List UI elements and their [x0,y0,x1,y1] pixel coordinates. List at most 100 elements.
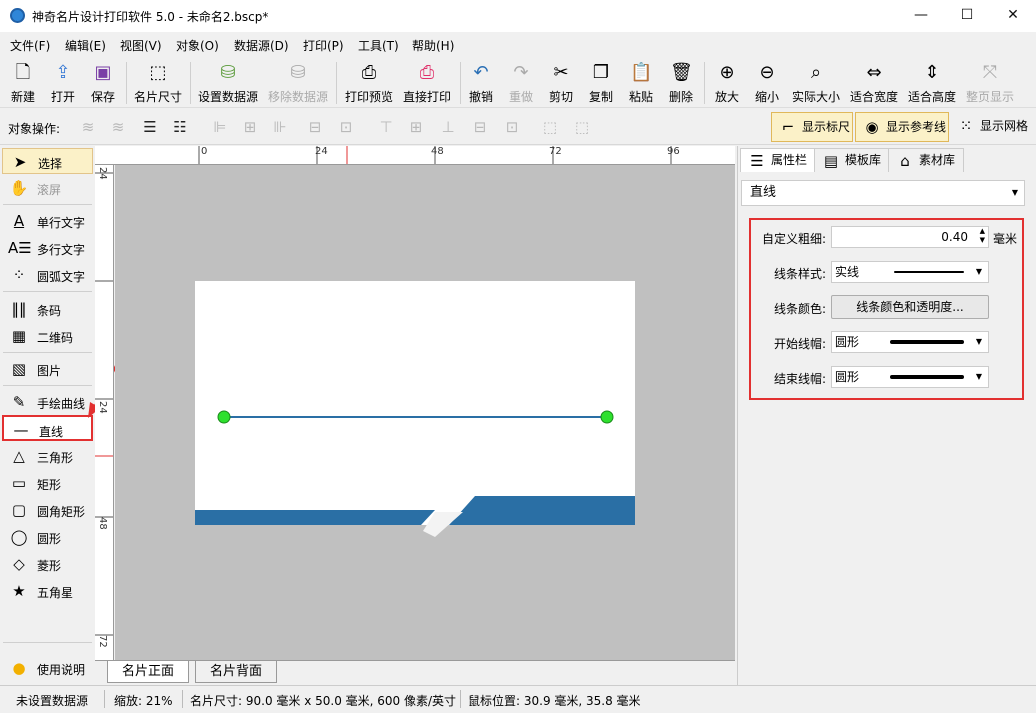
ruler-left: 24 24 48 72 [95,165,114,660]
open-button[interactable]: ⇪ 打开 [46,60,80,106]
center-vertical-icon[interactable]: ⊡ [502,117,522,137]
align-right-icon[interactable]: ⊪ [270,117,290,137]
zoom-in-button[interactable]: ⊕ 放大 [710,60,744,106]
show-ruler-toggle[interactable]: ⌐ 显示标尺 [771,112,853,142]
save-button[interactable]: ▣ 保存 [86,60,120,106]
layers-icon[interactable]: ☰ [140,117,160,137]
tool-scroll[interactable]: ✋ 滚屏 [2,175,93,201]
align-bottom-icon[interactable]: ⊥ [438,117,458,137]
tab-card-back[interactable]: 名片背面 [195,661,278,683]
tool-diamond[interactable]: ◇ 菱形 [2,551,93,577]
menu-tools[interactable]: 工具(T) [358,37,399,54]
undo-icon: ↶ [473,62,489,83]
tool-barcode[interactable]: ‖‖ 条码 [2,296,93,322]
tool-ellipse[interactable]: ◯ 圆形 [2,524,93,550]
toolbar-divider [126,62,127,104]
align-center-icon[interactable]: ⊞ [240,117,260,137]
spinner-icon[interactable]: ▲ ▼ [980,227,985,245]
distribute-horizontal-icon[interactable]: ⊟ [305,117,325,137]
layers-bottom-icon[interactable]: ☷ [170,117,190,137]
tool-multi-text[interactable]: A☰ 多行文字 [2,235,93,261]
layer-up-icon[interactable]: ≋ [78,117,98,137]
thickness-input[interactable]: 0.40 ▲ ▼ [831,226,989,248]
align-left-icon[interactable]: ⊫ [210,117,230,137]
ruler-icon: ⌐ [781,118,795,136]
tool-arc-text[interactable]: ⁘ 圆弧文字 [2,262,93,288]
tool-line[interactable]: — 直线 [2,415,93,441]
tool-panel: ➤ 选择 ✋ 滚屏 A 单行文字 A☰ 多行文字 ⁘ 圆弧文字 ‖‖ 条码 ▦ … [0,146,95,685]
tool-single-text[interactable]: A 单行文字 [2,208,93,234]
delete-button[interactable]: 🗑 删除 [664,60,698,106]
tool-star[interactable]: ★ 五角星 [2,578,93,604]
ruler-label: 48 [431,146,444,157]
zoom-out-button[interactable]: ⊖ 缩小 [750,60,784,106]
remove-datasource-button[interactable]: ⛁ 移除数据源 [266,60,330,106]
maximize-button[interactable]: ☐ [944,0,990,32]
tool-round-rect[interactable]: ▢ 圆角矩形 [2,497,93,523]
show-grid-toggle[interactable]: ⁙ 显示网格 [950,112,1032,142]
layer-down-icon[interactable]: ≋ [108,117,128,137]
toolbar-divider [190,62,191,104]
center-horizontal-icon[interactable]: ⊡ [336,117,356,137]
paste-button[interactable]: 📋 粘贴 [624,60,658,106]
menu-edit[interactable]: 编辑(E) [65,37,106,54]
tab-card-front[interactable]: 名片正面 [107,661,190,683]
business-card-front[interactable] [195,281,635,537]
tab-properties[interactable]: ☰ 属性栏 [740,148,817,172]
line-color-button[interactable]: 线条颜色和透明度... [831,295,989,319]
menu-object[interactable]: 对象(O) [176,37,219,54]
eye-icon: ◉ [865,118,879,136]
menu-file[interactable]: 文件(F) [10,37,50,54]
set-datasource-button[interactable]: ⛁ 设置数据源 [196,60,260,106]
start-cap-row: 开始线帽: 圆形 ▼ [751,330,1022,354]
distribute-vertical-icon[interactable]: ⊟ [470,117,490,137]
copy-button[interactable]: ❐ 复制 [584,60,618,106]
object-operations-label: 对象操作: [8,122,61,136]
line-color-label: 线条颜色: [773,302,826,316]
zoom-out-icon: ⊖ [759,62,775,83]
tab-materials[interactable]: ⌂ 素材库 [888,148,965,172]
line-style-select[interactable]: 实线 ▼ [831,261,989,283]
minimize-button[interactable]: — [898,0,944,32]
menu-view[interactable]: 视图(V) [120,37,162,54]
menu-help[interactable]: 帮助(H) [412,37,454,54]
tool-select[interactable]: ➤ 选择 [2,148,93,174]
chevron-down-icon: ▼ [1011,188,1018,197]
align-top-icon[interactable]: ⊤ [376,117,396,137]
printer-icon: ⎙ [419,62,435,83]
menu-print[interactable]: 打印(P) [303,37,344,54]
tool-divider [3,204,92,205]
actual-size-button[interactable]: ⌕ 实际大小 [790,60,842,106]
tool-rect[interactable]: ▭ 矩形 [2,470,93,496]
print-preview-button[interactable]: ⎙ 打印预览 [342,60,396,106]
redo-button[interactable]: ↷ 重做 [504,60,538,106]
card-artwork [195,410,635,537]
menu-datasource[interactable]: 数据源(D) [234,37,289,54]
show-guides-toggle[interactable]: ◉ 显示参考线 [855,112,949,142]
help-button[interactable]: ● 使用说明 [2,655,93,681]
tool-freehand[interactable]: ✎ 手绘曲线 [2,389,93,415]
end-cap-select[interactable]: 圆形 ▼ [831,366,989,388]
fit-page-button[interactable]: ⤧ 整页显示 [964,60,1016,106]
line-properties-panel: 自定义粗细: 0.40 ▲ ▼ 毫米 线条样式: 实线 ▼ 线条颜色: 线条颜色和… [749,218,1024,400]
group-icon[interactable]: ⬚ [540,117,560,137]
ungroup-icon[interactable]: ⬚ [572,117,592,137]
undo-button[interactable]: ↶ 撤销 [464,60,498,106]
card-size-button[interactable]: ⬚ 名片尺寸 [130,60,186,106]
cut-button[interactable]: ✂ 剪切 [544,60,578,106]
align-middle-icon[interactable]: ⊞ [406,117,426,137]
status-divider [104,690,105,708]
tool-qrcode[interactable]: ▦ 二维码 [2,323,93,349]
tool-triangle[interactable]: △ 三角形 [2,443,93,469]
window-title: 神奇名片设计打印软件 5.0 - 未命名2.bscp* [32,10,269,24]
tab-templates[interactable]: ▤ 模板库 [814,148,891,172]
start-cap-select[interactable]: 圆形 ▼ [831,331,989,353]
object-type-select[interactable]: 直线 ▼ [741,180,1025,206]
new-button[interactable]: 🗋 新建 [6,60,40,106]
close-button[interactable]: ✕ [990,0,1036,32]
fit-width-button[interactable]: ⇔ 适合宽度 [848,60,900,106]
direct-print-button[interactable]: ⎙ 直接打印 [400,60,454,106]
card-size-icon: ⬚ [149,62,167,83]
fit-height-button[interactable]: ⇕ 适合高度 [906,60,958,106]
tool-image[interactable]: ▧ 图片 [2,356,93,382]
